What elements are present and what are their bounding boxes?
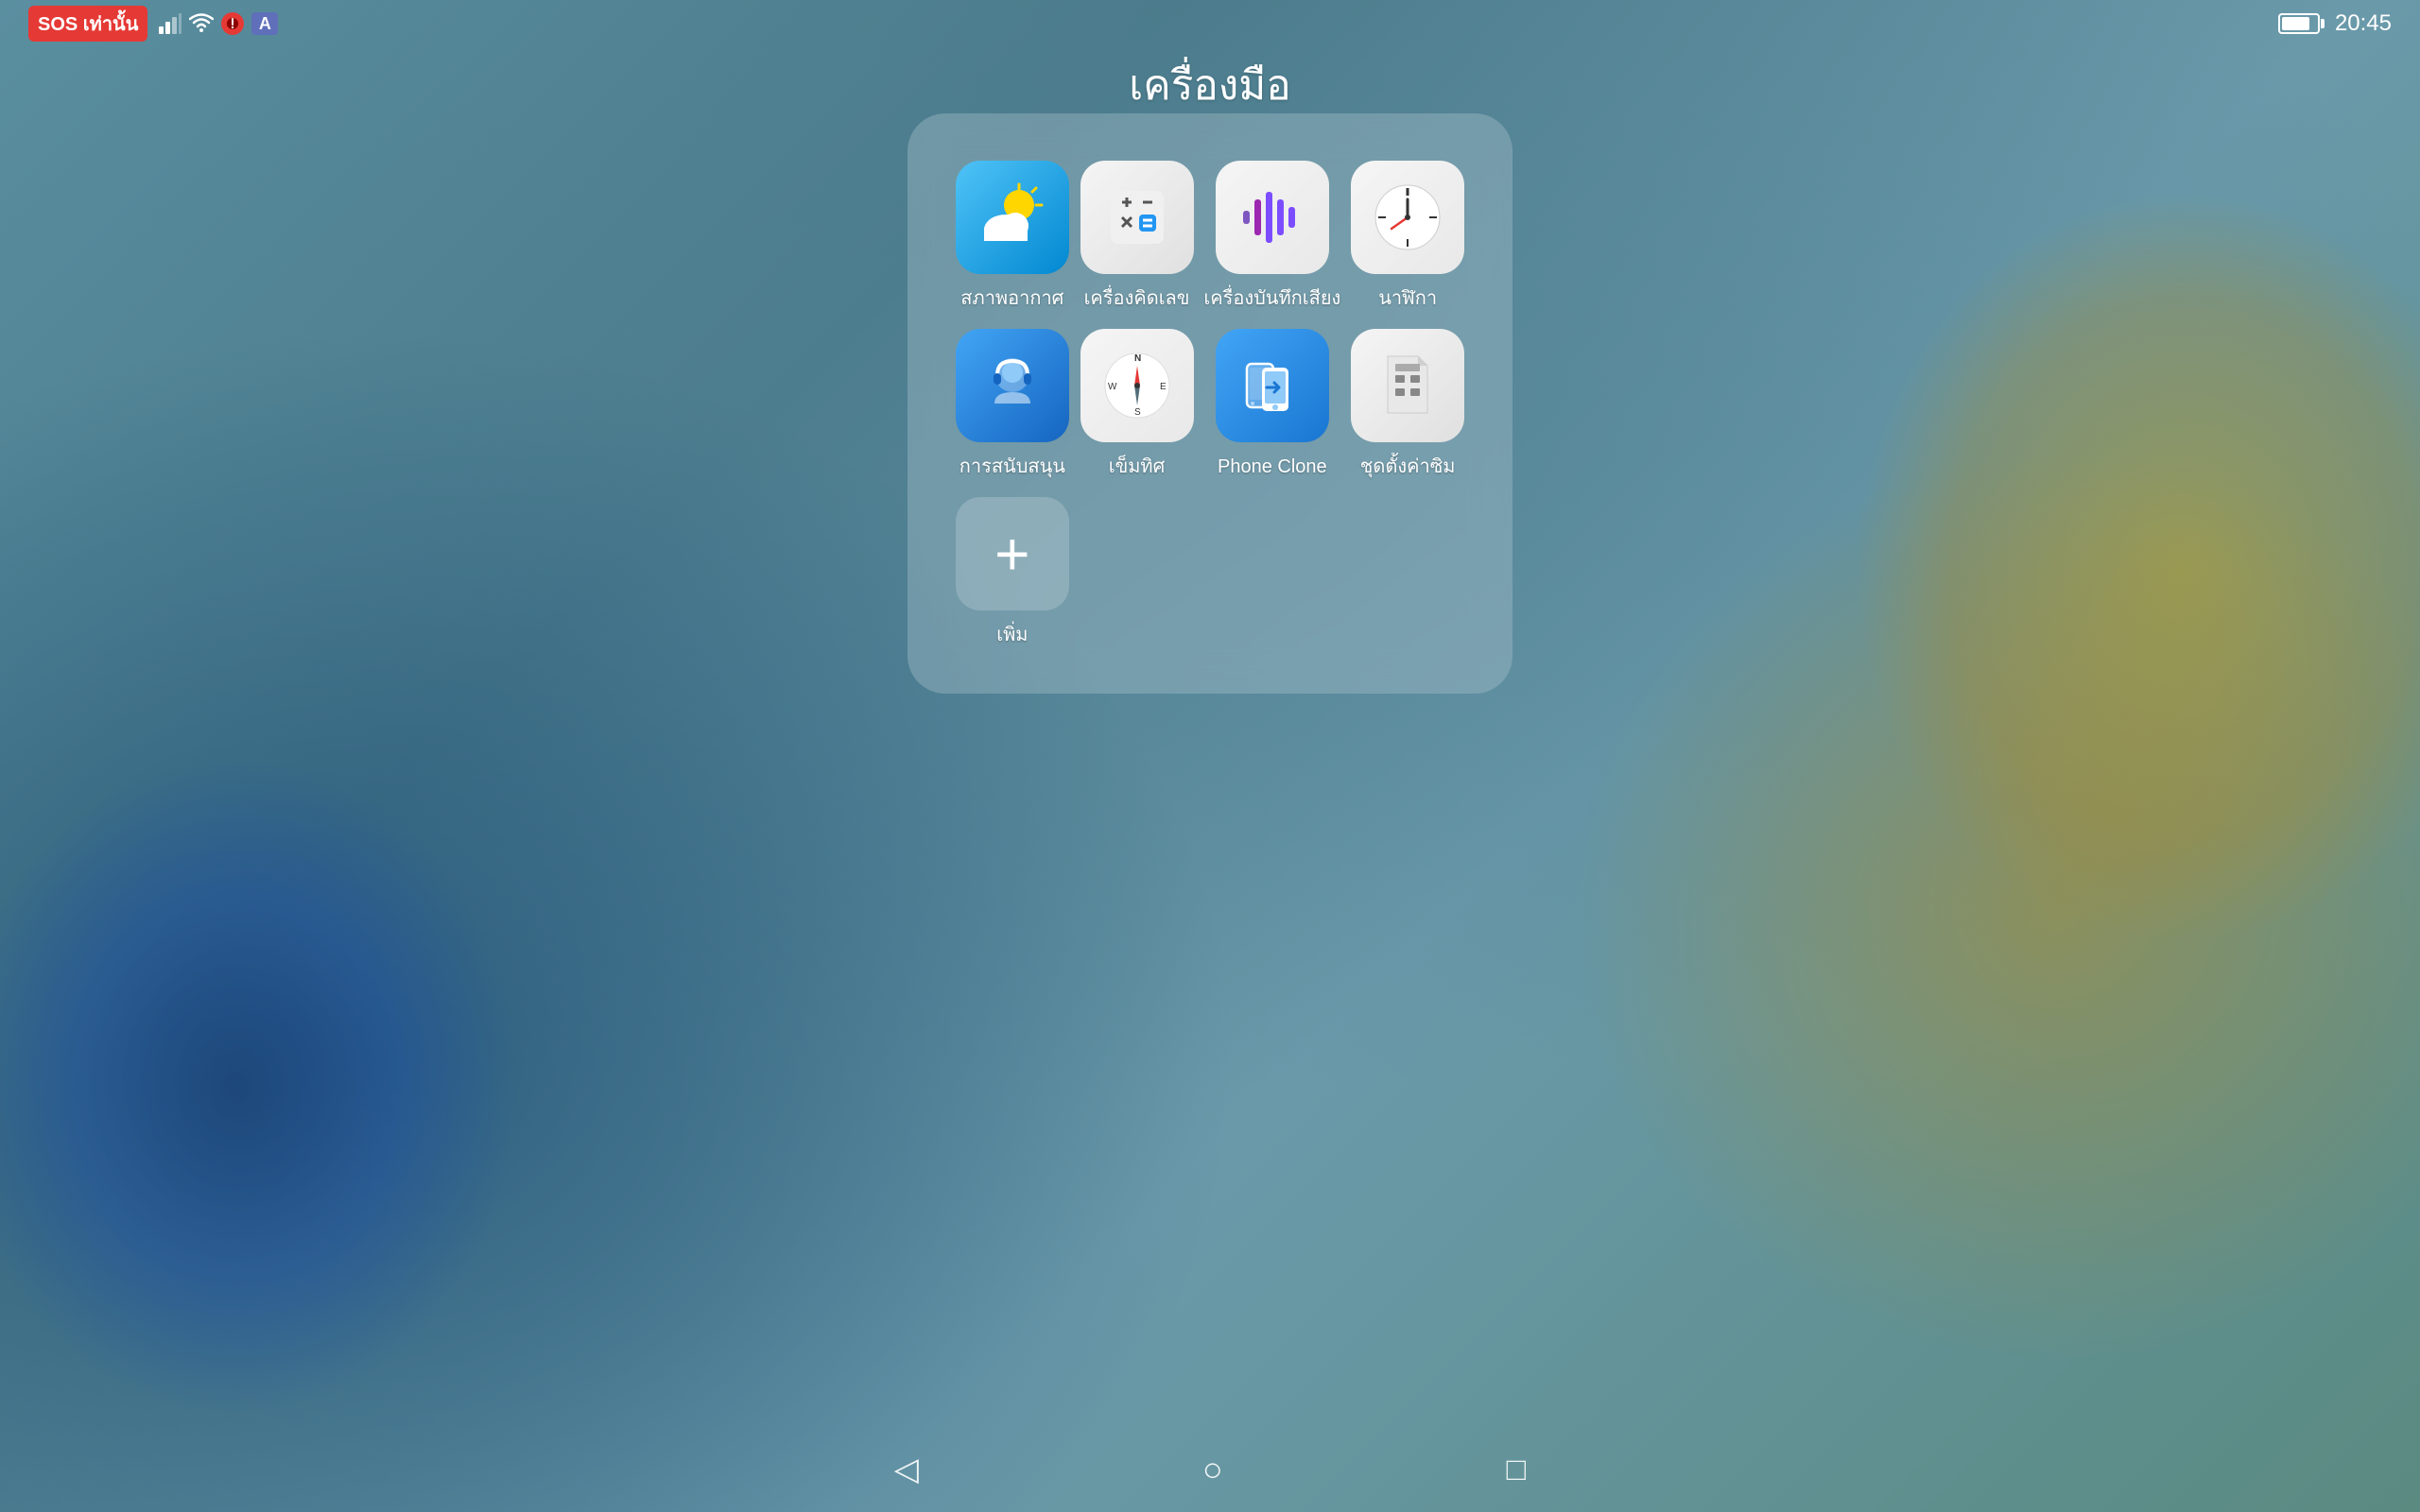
app-item-support[interactable]: การสนับสนุน bbox=[955, 329, 1070, 478]
nav-home-button[interactable]: ○ bbox=[1202, 1450, 1223, 1489]
clock-icon bbox=[1351, 161, 1464, 274]
calculator-icon bbox=[1080, 161, 1194, 274]
battery-icon bbox=[2278, 13, 2320, 34]
svg-text:E: E bbox=[1160, 382, 1167, 392]
weather-icon bbox=[956, 161, 1069, 274]
compass-label: เข็มทิศ bbox=[1109, 455, 1166, 478]
status-icons: A bbox=[159, 12, 278, 35]
add-icon: + bbox=[956, 497, 1069, 610]
svg-text:S: S bbox=[1134, 407, 1141, 418]
clock-label: นาฬิกา bbox=[1378, 287, 1437, 310]
time-display: 20:45 bbox=[2335, 10, 2392, 37]
app-item-simtoolkit[interactable]: ชุดตั้งค่าซิม bbox=[1350, 329, 1465, 478]
nav-bar: ◁ ○ □ bbox=[0, 1427, 2420, 1512]
support-icon bbox=[956, 329, 1069, 442]
app-item-add[interactable]: + เพิ่ม bbox=[955, 497, 1070, 646]
status-right: 20:45 bbox=[2278, 10, 2392, 37]
support-label: การสนับสนุน bbox=[959, 455, 1065, 478]
calculator-label: เครื่องคิดเลข bbox=[1084, 287, 1190, 310]
add-label: เพิ่ม bbox=[996, 624, 1028, 646]
compass-icon: N S W E bbox=[1080, 329, 1194, 442]
simtoolkit-icon bbox=[1351, 329, 1464, 442]
recorder-label: เครื่องบันทึกเสียง bbox=[1203, 287, 1340, 310]
page-title: เครื่องมือ bbox=[0, 52, 2420, 118]
app-item-weather[interactable]: สภาพอากาศ bbox=[955, 161, 1070, 310]
wifi-icon bbox=[189, 13, 214, 34]
folder-container: สภาพอากาศ bbox=[908, 113, 1512, 694]
app-item-calculator[interactable]: เครื่องคิดเลข bbox=[1080, 161, 1195, 310]
simtoolkit-label: ชุดตั้งค่าซิม bbox=[1360, 455, 1456, 478]
app-item-clock[interactable]: นาฬิกา bbox=[1350, 161, 1465, 310]
app-item-recorder[interactable]: เครื่องบันทึกเสียง bbox=[1203, 161, 1340, 310]
phoneclone-label: Phone Clone bbox=[1218, 455, 1327, 478]
status-left: SOS เท่านั้น bbox=[28, 6, 278, 42]
phoneclone-icon bbox=[1216, 329, 1329, 442]
weather-label: สภาพอากาศ bbox=[960, 287, 1063, 310]
sos-badge: SOS เท่านั้น bbox=[28, 6, 147, 42]
status-bar: SOS เท่านั้น bbox=[0, 0, 2420, 47]
nav-back-button[interactable]: ◁ bbox=[894, 1451, 919, 1488]
nav-recent-button[interactable]: □ bbox=[1507, 1452, 1527, 1488]
svg-text:N: N bbox=[1134, 353, 1141, 364]
signal-icon bbox=[159, 13, 182, 34]
add-plus: + bbox=[994, 524, 1029, 584]
recorder-icon bbox=[1216, 161, 1329, 274]
red-icon bbox=[221, 12, 244, 35]
svg-text:W: W bbox=[1108, 382, 1117, 392]
app-item-compass[interactable]: N S W E เข็มทิศ bbox=[1080, 329, 1195, 478]
a-icon: A bbox=[251, 12, 278, 35]
app-item-phoneclone[interactable]: Phone Clone bbox=[1203, 329, 1340, 478]
app-grid: สภาพอากาศ bbox=[955, 161, 1465, 646]
